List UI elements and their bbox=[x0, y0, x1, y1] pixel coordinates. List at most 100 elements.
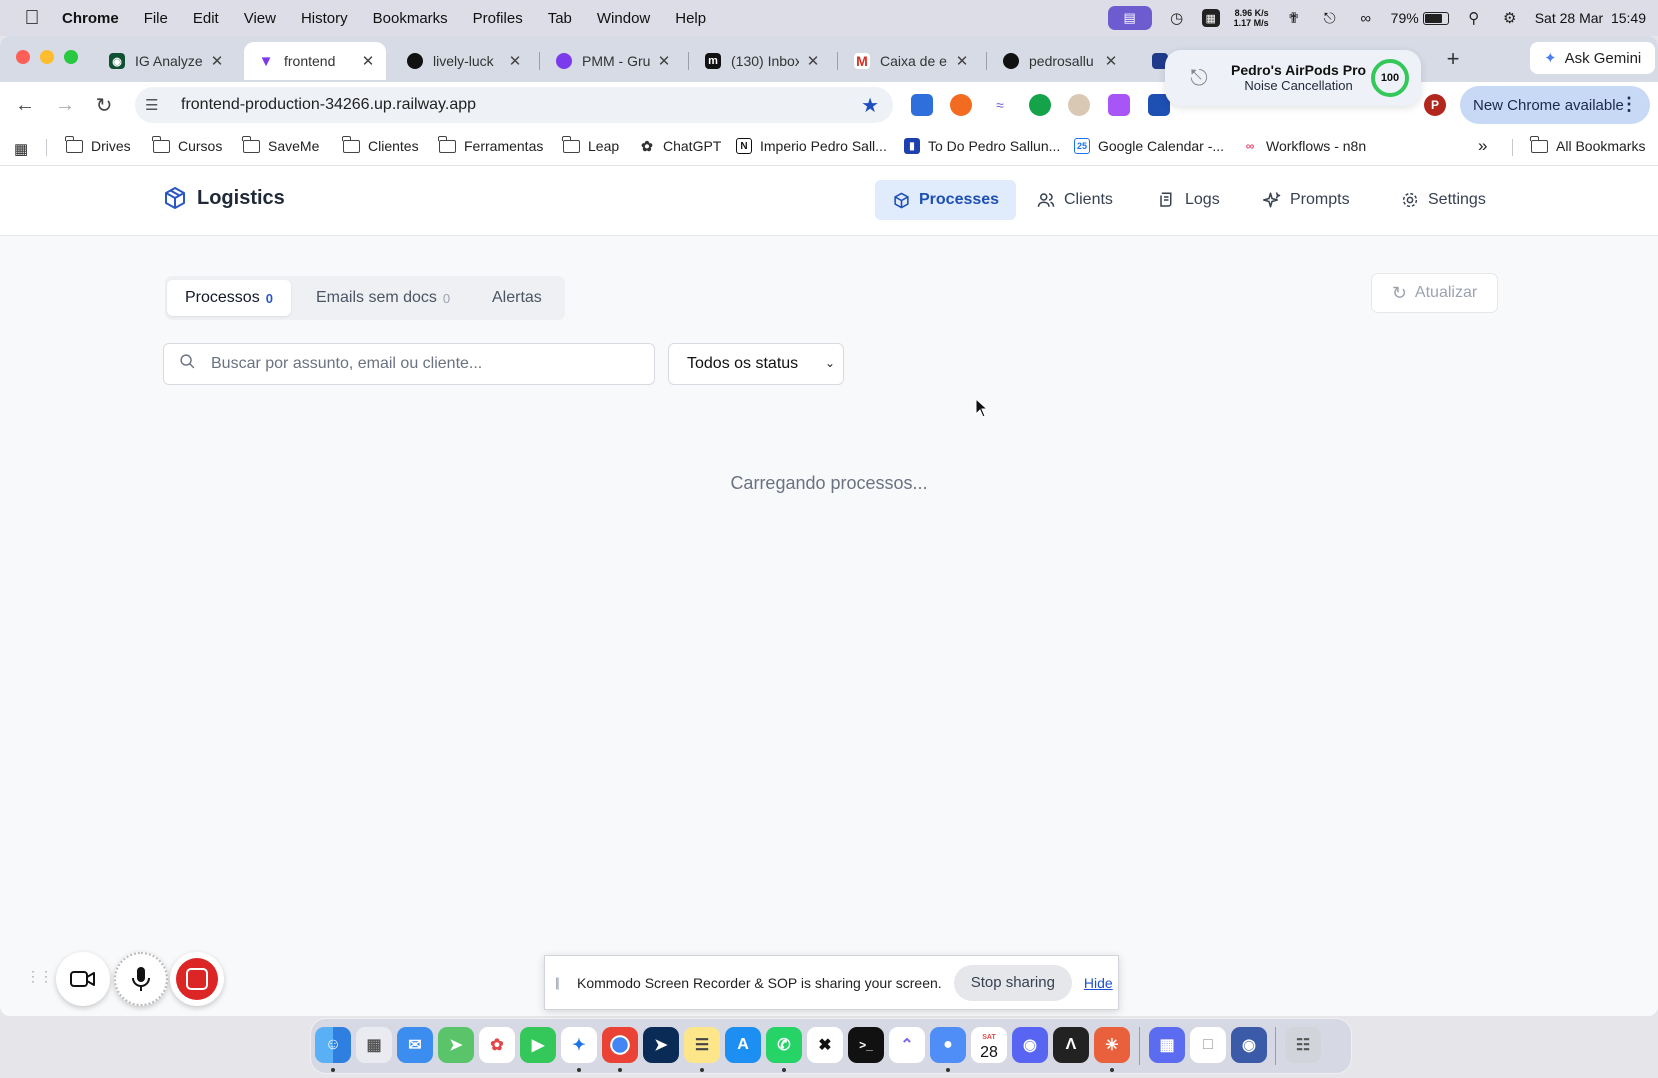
tab-lively-luck[interactable]: lively-luck ✕ bbox=[393, 42, 533, 80]
minimize-window-button[interactable] bbox=[40, 50, 54, 64]
tab-alertas[interactable]: Alertas bbox=[474, 280, 560, 316]
menu-file[interactable]: File bbox=[144, 10, 168, 27]
more-vert-icon[interactable]: ⋮ bbox=[1620, 94, 1638, 115]
extension-gear-icon[interactable] bbox=[911, 94, 933, 116]
reload-icon[interactable]: ↻ bbox=[91, 92, 117, 118]
brand[interactable]: Logistics bbox=[163, 186, 285, 210]
whatsapp-icon[interactable]: ✆ bbox=[766, 1027, 802, 1063]
chrome-icon[interactable] bbox=[602, 1027, 638, 1063]
extension-signal-icon[interactable]: ≈ bbox=[989, 94, 1011, 116]
control-center-icon[interactable]: ⚙ bbox=[1499, 9, 1521, 27]
capcut-icon[interactable]: ✖ bbox=[807, 1027, 843, 1063]
document-icon[interactable]: □ bbox=[1190, 1027, 1226, 1063]
maximize-window-button[interactable] bbox=[64, 50, 78, 64]
app-store-icon[interactable]: A bbox=[725, 1027, 761, 1063]
stop-sharing-button[interactable]: Stop sharing bbox=[953, 964, 1072, 1001]
maps-icon[interactable]: ➤ bbox=[438, 1027, 474, 1063]
mail-app-icon[interactable]: ✉ bbox=[397, 1027, 433, 1063]
claude-icon[interactable]: ✳ bbox=[1094, 1027, 1130, 1063]
nav-settings[interactable]: Settings bbox=[1384, 180, 1503, 220]
back-arrow-icon[interactable]: ← bbox=[12, 92, 38, 118]
nav-clients[interactable]: Clients bbox=[1020, 180, 1130, 220]
hide-link[interactable]: Hide bbox=[1084, 975, 1113, 991]
camera-toggle-button[interactable] bbox=[56, 952, 110, 1006]
tab-caixa[interactable]: M Caixa de e ✕ bbox=[840, 42, 980, 80]
close-tab-icon[interactable]: ✕ bbox=[507, 52, 523, 70]
apps-grid-icon[interactable]: ▦ bbox=[14, 140, 28, 158]
all-bookmarks-button[interactable]: All Bookmarks bbox=[1530, 135, 1645, 154]
address-bar[interactable]: ☰ frontend-production-34266.up.railway.a… bbox=[135, 87, 893, 123]
photos-icon[interactable]: ✿ bbox=[479, 1027, 515, 1063]
telegram-send-icon[interactable]: ➤ bbox=[643, 1027, 679, 1063]
bookmark-drives[interactable]: Drives bbox=[65, 135, 131, 154]
menu-edit[interactable]: Edit bbox=[193, 10, 219, 27]
network-monitor-icon[interactable]: ▦ bbox=[1201, 9, 1220, 27]
battery-status[interactable]: 79% bbox=[1391, 10, 1449, 26]
site-settings-icon[interactable]: ☰ bbox=[145, 96, 167, 114]
notes-icon[interactable]: ☰ bbox=[684, 1027, 720, 1063]
bookmark-todo[interactable]: ▮ To Do Pedro Sallun... bbox=[904, 138, 1060, 154]
menu-view[interactable]: View bbox=[244, 10, 276, 27]
forward-arrow-icon[interactable]: → bbox=[52, 92, 78, 118]
tab-emails-sem-docs[interactable]: Emails sem docs 0 bbox=[298, 280, 468, 316]
bookmark-imperio[interactable]: N Imperio Pedro Sall... bbox=[736, 138, 887, 154]
extension-purple-icon[interactable] bbox=[1108, 94, 1130, 116]
link-icon[interactable]: ∞ bbox=[1355, 9, 1377, 27]
bookmark-ferramentas[interactable]: Ferramentas bbox=[438, 135, 543, 154]
bookmark-n8n[interactable]: ∞ Workflows - n8n bbox=[1242, 138, 1366, 154]
profile-avatar[interactable]: P bbox=[1424, 94, 1446, 116]
bookmark-cursos[interactable]: Cursos bbox=[152, 135, 222, 154]
close-tab-icon[interactable]: ✕ bbox=[360, 52, 376, 70]
new-chrome-available-button[interactable]: New Chrome available ⋮ bbox=[1460, 86, 1650, 124]
launchpad-icon[interactable]: ▦ bbox=[356, 1027, 392, 1063]
app-switcher-icon[interactable]: ▦ bbox=[1149, 1027, 1185, 1063]
more-bookmarks-chevron-icon[interactable]: » bbox=[1478, 136, 1487, 156]
bookmark-clientes[interactable]: Clientes bbox=[342, 135, 419, 154]
safari-icon[interactable]: ✦ bbox=[561, 1027, 597, 1063]
menu-tab[interactable]: Tab bbox=[548, 10, 572, 27]
new-tab-button[interactable]: + bbox=[1441, 48, 1465, 70]
drag-handle-icon[interactable]: ⋮⋮ bbox=[26, 968, 53, 985]
tab-ig-analyzer[interactable]: ◉ IG Analyzer ✕ bbox=[95, 42, 235, 80]
clock[interactable]: Sat 28 Mar 15:49 bbox=[1535, 10, 1646, 26]
nav-prompts[interactable]: Prompts bbox=[1246, 180, 1367, 220]
status-filter-select[interactable]: Todos os status ⌄ bbox=[668, 343, 844, 385]
ask-gemini-button[interactable]: ✦ Ask Gemini bbox=[1530, 42, 1656, 74]
calendar-app-icon[interactable]: SAT 28 bbox=[971, 1027, 1007, 1063]
bookmark-leap[interactable]: Leap bbox=[562, 135, 619, 154]
drag-handle-icon[interactable]: || bbox=[555, 975, 565, 990]
close-tab-icon[interactable]: ✕ bbox=[209, 52, 225, 70]
airpods-notification[interactable]: ⎋ Pedro's AirPods Pro Noise Cancellation… bbox=[1165, 50, 1421, 106]
close-tab-icon[interactable]: ✕ bbox=[954, 52, 970, 70]
spotlight-search-icon[interactable]: ⚲ bbox=[1463, 9, 1485, 27]
search-input[interactable]: Buscar por assunto, email ou cliente... bbox=[163, 343, 655, 385]
nav-processes[interactable]: Processes bbox=[875, 180, 1017, 220]
disk-utility-icon[interactable]: ◉ bbox=[1231, 1027, 1267, 1063]
timer-icon[interactable]: ◷ bbox=[1166, 9, 1188, 27]
tools-icon[interactable]: ✟ bbox=[1283, 9, 1305, 27]
menu-help[interactable]: Help bbox=[675, 10, 706, 27]
menu-profiles[interactable]: Profiles bbox=[473, 10, 523, 27]
microphone-toggle-button[interactable] bbox=[114, 952, 168, 1006]
close-tab-icon[interactable]: ✕ bbox=[656, 52, 672, 70]
apple-icon[interactable]:  bbox=[20, 6, 44, 30]
screen-mirror-icon[interactable]: ▤ bbox=[1107, 6, 1152, 30]
close-tab-icon[interactable]: ✕ bbox=[1103, 52, 1119, 70]
menu-history[interactable]: History bbox=[301, 10, 348, 27]
tab-pmm[interactable]: PMM - Gru ✕ bbox=[542, 42, 682, 80]
clickup-icon[interactable]: ⌃ bbox=[889, 1027, 925, 1063]
airpods-icon[interactable]: ⎋ bbox=[1319, 9, 1341, 27]
refresh-button[interactable]: ↻ Atualizar bbox=[1371, 273, 1498, 313]
tab-inbox[interactable]: m (130) Inbox ✕ bbox=[691, 42, 831, 80]
stop-recording-button[interactable] bbox=[170, 952, 224, 1006]
extension-hands-icon[interactable] bbox=[1068, 94, 1090, 116]
bookmark-saveme[interactable]: SaveMe bbox=[242, 135, 319, 154]
discord-icon[interactable]: ◉ bbox=[1012, 1027, 1048, 1063]
finder-icon[interactable]: ☺ bbox=[315, 1027, 351, 1063]
menu-app-name[interactable]: Chrome bbox=[62, 10, 119, 27]
tab-processos[interactable]: Processos 0 bbox=[167, 280, 291, 316]
affinity-icon[interactable]: Λ bbox=[1053, 1027, 1089, 1063]
facetime-icon[interactable]: ▶ bbox=[520, 1027, 556, 1063]
bookmark-star-icon[interactable]: ★ bbox=[861, 93, 879, 118]
extension-orange-icon[interactable] bbox=[950, 94, 972, 116]
